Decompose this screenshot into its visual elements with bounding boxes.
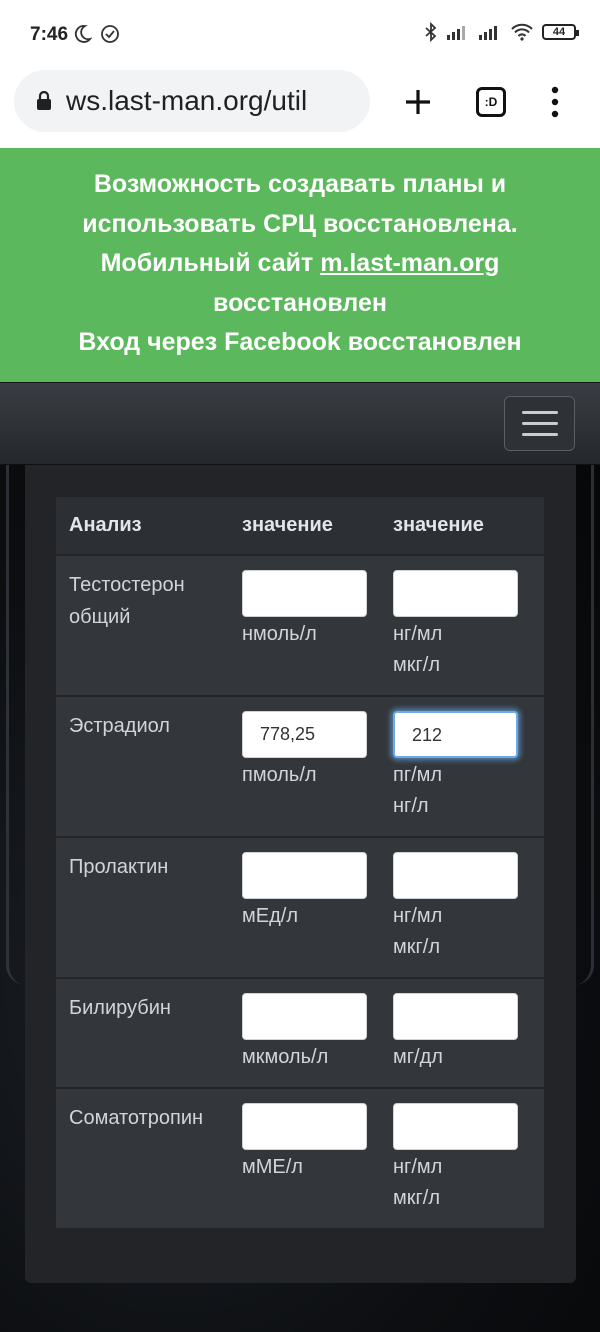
signal-icon-2 — [478, 23, 502, 41]
value-1-input[interactable] — [242, 570, 367, 617]
status-bar: 7:46 44 — [0, 0, 600, 70]
new-tab-button[interactable] — [400, 84, 436, 120]
analysis-name: Соматотропин — [56, 1087, 242, 1228]
table-row: Билирубин мкмоль/л мг/дл — [56, 977, 544, 1088]
value-2-cell: 212 пг/мл нг/л — [393, 695, 544, 837]
value-1-input[interactable] — [242, 852, 367, 899]
unit-label: мг/дл — [393, 1046, 443, 1068]
announcement-line-5: Вход через Facebook восстановлен — [78, 328, 522, 356]
announcement-banner: Возможность создавать планы и использова… — [0, 148, 600, 382]
check-circle-icon — [100, 24, 120, 44]
table-row: Соматотропин мМЕ/л нг/мл мкг/л — [56, 1087, 544, 1228]
announcement-line-3-prefix: Мобильный сайт — [100, 249, 321, 277]
status-time: 7:46 — [30, 24, 69, 45]
hamburger-icon-bar — [521, 411, 558, 414]
status-right-icons: 44 — [424, 22, 579, 42]
unit-label: мкг/л — [393, 1187, 441, 1209]
value-1-cell: мМЕ/л — [242, 1087, 393, 1228]
table-row: Тестостерон общий нмоль/л нг/мл мкг/л — [56, 554, 544, 696]
hamburger-icon-bar — [521, 422, 558, 425]
value-1-input[interactable] — [242, 1103, 367, 1150]
value-1-cell: мкмоль/л — [242, 977, 393, 1088]
unit-label: мкг/л — [393, 936, 441, 958]
analysis-name: Пролактин — [56, 836, 242, 978]
header-value-2: значение — [393, 497, 544, 555]
table-row: Пролактин мЕд/л нг/мл мкг/л — [56, 836, 544, 978]
analysis-name: Билирубин — [56, 977, 242, 1088]
header-value-1: значение — [242, 497, 393, 555]
plus-icon — [406, 90, 430, 114]
moon-icon — [72, 24, 92, 44]
unit-label: нг/мл — [393, 905, 443, 927]
hamburger-icon-bar — [521, 433, 558, 436]
value-2-cell: нг/мл мкг/л — [393, 554, 544, 696]
value-2-input[interactable] — [393, 852, 518, 899]
battery-icon: 44 — [542, 24, 579, 40]
value-1-cell: 778,25 пмоль/л — [242, 695, 393, 837]
announcement-line-3: Мобильный сайт m.last-man.org — [0, 244, 600, 284]
navbar-toggle-button[interactable] — [504, 396, 575, 451]
url-text: ws.last-man.org/util — [66, 85, 308, 116]
analysis-name: Тестостерон общий — [56, 554, 242, 696]
unit-label: пг/мл — [393, 764, 443, 786]
unit-label: пмоль/л — [242, 764, 317, 786]
value-2-cell: мг/дл — [393, 977, 544, 1088]
value-2-input[interactable] — [393, 570, 518, 617]
table-header-row: Анализ значение значение — [56, 497, 544, 555]
header-analysis: Анализ — [56, 497, 242, 555]
unit-label: нг/мл — [393, 623, 443, 645]
mobile-site-link[interactable]: m.last-man.org — [320, 249, 499, 277]
value-1-cell: мЕд/л — [242, 836, 393, 978]
unit-label: нмоль/л — [242, 623, 317, 645]
value-2-cell: нг/мл мкг/л — [393, 836, 544, 978]
value-2-input[interactable] — [393, 1103, 518, 1150]
value-1-input[interactable] — [242, 993, 367, 1040]
wifi-icon — [510, 23, 534, 41]
site-navbar — [0, 382, 600, 465]
value-1-cell: нмоль/л — [242, 554, 393, 696]
hormone-table: Анализ значение значение Тестостерон общ… — [56, 497, 544, 1228]
url-bar[interactable]: ws.last-man.org/util — [14, 70, 370, 132]
value-2-input[interactable] — [393, 993, 518, 1040]
background-decoration — [574, 465, 594, 985]
lock-icon — [36, 91, 52, 111]
browser-toolbar: ws.last-man.org/util :D — [0, 70, 600, 148]
announcement-line-4: восстановлен — [213, 288, 387, 317]
unit-label: мЕд/л — [242, 905, 298, 927]
analysis-name: Эстрадиол — [56, 695, 242, 837]
unit-label: нг/мл — [393, 1156, 443, 1178]
background-decoration — [6, 465, 26, 985]
value-2-cell: нг/мл мкг/л — [393, 1087, 544, 1228]
announcement-line-1: Возможность создавать планы и — [93, 170, 507, 198]
more-vertical-icon — [551, 86, 559, 118]
unit-label: мкг/л — [393, 654, 441, 676]
tab-switcher-button[interactable]: :D — [476, 87, 506, 117]
bluetooth-icon — [424, 22, 438, 42]
value-2-input[interactable]: 212 — [393, 711, 518, 758]
unit-label: мМЕ/л — [242, 1156, 303, 1178]
announcement-line-2: использовать СРЦ восстановлена. — [82, 209, 518, 238]
value-1-input[interactable]: 778,25 — [242, 711, 367, 758]
signal-icon — [446, 23, 470, 41]
table-row: Эстрадиол 778,25 пмоль/л 212 пг/мл нг/л — [56, 695, 544, 837]
unit-label: нг/л — [393, 795, 429, 817]
status-left-icons — [72, 24, 120, 44]
unit-label: мкмоль/л — [242, 1046, 329, 1068]
browser-menu-button[interactable] — [545, 82, 565, 122]
